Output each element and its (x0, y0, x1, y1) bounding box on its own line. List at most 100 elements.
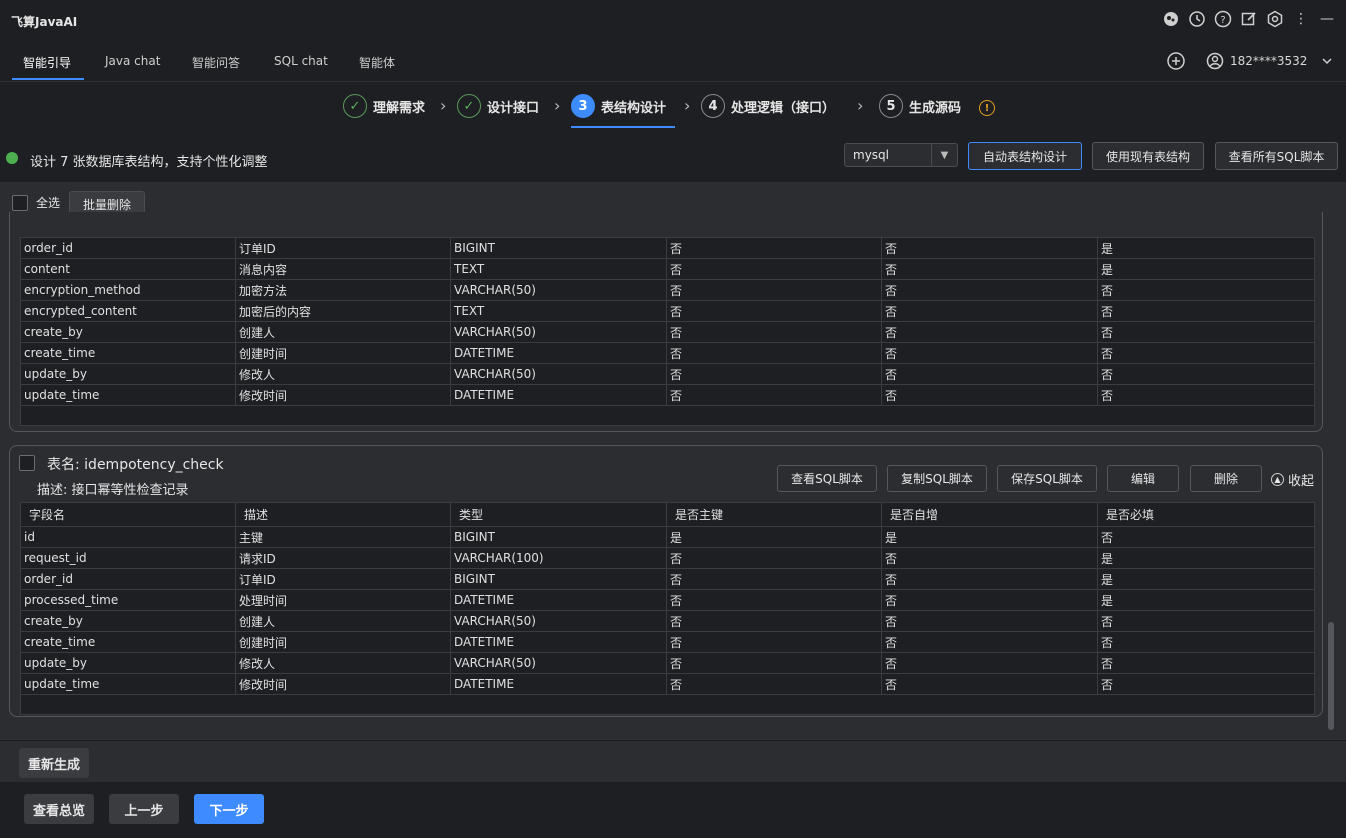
column-header: 描述 (235, 502, 451, 527)
table-cell: 否 (666, 300, 882, 322)
tab-sql-chat[interactable]: SQL chat (274, 54, 328, 68)
table-cell: 否 (1097, 526, 1315, 548)
table-cell (881, 405, 1098, 426)
copy-sql-button[interactable]: 复制SQL脚本 (887, 465, 987, 492)
tab-smart-guide[interactable]: 智能引导 (23, 54, 71, 71)
brain-icon[interactable] (1162, 10, 1180, 28)
vertical-scrollbar[interactable] (1328, 622, 1334, 730)
tab-agent[interactable]: 智能体 (359, 54, 395, 71)
chevron-down-icon (1322, 58, 1332, 65)
step-table-design[interactable]: 3 表结构设计 (571, 94, 666, 118)
table-select-checkbox[interactable] (19, 455, 35, 471)
collapse-label: 收起 (1288, 474, 1315, 489)
history-icon[interactable] (1188, 10, 1206, 28)
tab-smart-qa[interactable]: 智能问答 (192, 54, 240, 71)
table-cell (450, 405, 667, 426)
table-cell: 是 (666, 526, 882, 548)
column-header: 是否自增 (881, 502, 1098, 527)
minimize-icon[interactable]: — (1318, 10, 1336, 28)
step-label: 生成源码 (909, 100, 962, 116)
settings-icon[interactable] (1266, 10, 1284, 28)
table-cell (450, 694, 667, 715)
app-title: 飞算JavaAI (11, 15, 78, 29)
table-cell: 是 (881, 526, 1098, 548)
table-cell: 否 (666, 673, 882, 695)
table-cell: 处理时间 (235, 589, 451, 611)
user-menu[interactable]: 182****3532 (1206, 52, 1333, 70)
step-label: 设计接口 (487, 100, 540, 116)
table-description: 描述: 接口幂等性检查记录 (37, 483, 189, 498)
table-cell: BIGINT (450, 526, 667, 548)
step-label: 处理逻辑（接口） (731, 100, 836, 116)
new-session-button[interactable] (1166, 51, 1186, 71)
table-cell: VARCHAR(50) (450, 363, 667, 385)
next-step-button[interactable]: 下一步 (194, 794, 264, 824)
select-all[interactable]: 全选 (12, 194, 60, 211)
step-design-interface[interactable]: ✓ 设计接口 (457, 94, 539, 118)
table-cell: DATETIME (450, 589, 667, 611)
table-cell: 否 (1097, 610, 1315, 632)
table-cell: 修改时间 (235, 384, 451, 406)
table-cell: 否 (881, 652, 1098, 674)
info-icon[interactable]: ! (979, 100, 995, 116)
table-cell: processed_time (20, 589, 236, 611)
previous-step-button[interactable]: 上一步 (109, 794, 179, 824)
table-cell: 否 (666, 610, 882, 632)
table-cell: 否 (881, 631, 1098, 653)
table-cell: DATETIME (450, 631, 667, 653)
table-cell: DATETIME (450, 673, 667, 695)
table-cell: 否 (666, 342, 882, 364)
table-cell: 否 (881, 673, 1098, 695)
use-existing-table-button[interactable]: 使用现有表结构 (1092, 142, 1204, 170)
step-generate-source[interactable]: 5 生成源码 (879, 94, 961, 118)
table-cell: 否 (666, 237, 882, 259)
table-cell: 订单ID (235, 568, 451, 590)
table-cell: update_by (20, 363, 236, 385)
table-cell: 创建时间 (235, 342, 451, 364)
table-cell: 是 (1097, 547, 1315, 569)
user-id: 182****3532 (1230, 54, 1308, 68)
view-overview-button[interactable]: 查看总览 (24, 794, 94, 824)
table-cell (666, 405, 882, 426)
table-cell: 否 (666, 258, 882, 280)
table-cell: update_by (20, 652, 236, 674)
step-processing-logic[interactable]: 4 处理逻辑（接口） (701, 94, 835, 118)
table-cell: 是 (1097, 568, 1315, 590)
more-vertical-icon[interactable]: ⋮ (1292, 10, 1310, 28)
table-cell (1097, 405, 1315, 426)
table-cell (235, 405, 451, 426)
table-cell: 否 (1097, 652, 1315, 674)
table-cell: 否 (666, 384, 882, 406)
table-cell: order_id (20, 568, 236, 590)
help-icon[interactable]: ? (1214, 10, 1232, 28)
wizard-steps: ✓ 理解需求 › ✓ 设计接口 › 3 表结构设计 › 4 处理逻辑（接口） ›… (0, 82, 1346, 134)
table-cell (20, 694, 236, 715)
edit-icon[interactable] (1240, 10, 1258, 28)
auto-table-design-button[interactable]: 自动表结构设计 (968, 142, 1082, 170)
empty-row (20, 405, 1315, 426)
table-row: update_by 修改人 VARCHAR(50) 否否否 (20, 363, 1315, 385)
table-cell: request_id (20, 547, 236, 569)
regenerate-button[interactable]: 重新生成 (19, 748, 89, 778)
select-all-checkbox[interactable] (12, 194, 28, 211)
delete-button[interactable]: 删除 (1190, 465, 1262, 492)
edit-button[interactable]: 编辑 (1107, 465, 1179, 492)
view-sql-button[interactable]: 查看SQL脚本 (777, 465, 877, 492)
step-number: 4 (701, 94, 725, 118)
chevron-up-icon: ▲ (1271, 473, 1284, 486)
table-cell: 否 (1097, 300, 1315, 322)
table-card: order_id 订单ID BIGINT 否否是 content 消息内容 TEXT 否否是 e… (9, 212, 1323, 432)
step-understand-requirements[interactable]: ✓ 理解需求 (343, 94, 425, 118)
view-all-sql-button[interactable]: 查看所有SQL脚本 (1215, 142, 1338, 170)
user-icon (1206, 52, 1224, 70)
table-cell: 否 (881, 237, 1098, 259)
database-type-select[interactable]: mysql ▼ (844, 143, 958, 167)
tab-java-chat[interactable]: Java chat (105, 54, 160, 68)
column-header: 类型 (450, 502, 667, 527)
table-row: update_time 修改时间 DATETIME 否否否 (20, 673, 1315, 695)
step-number: 5 (879, 94, 903, 118)
collapse-button[interactable]: ▲ 收起 (1271, 470, 1314, 489)
table-header-row: 字段名 描述 类型 是否主键 是否自增 是否必填 (20, 502, 1315, 527)
table-cell: 创建时间 (235, 631, 451, 653)
save-sql-button[interactable]: 保存SQL脚本 (997, 465, 1097, 492)
